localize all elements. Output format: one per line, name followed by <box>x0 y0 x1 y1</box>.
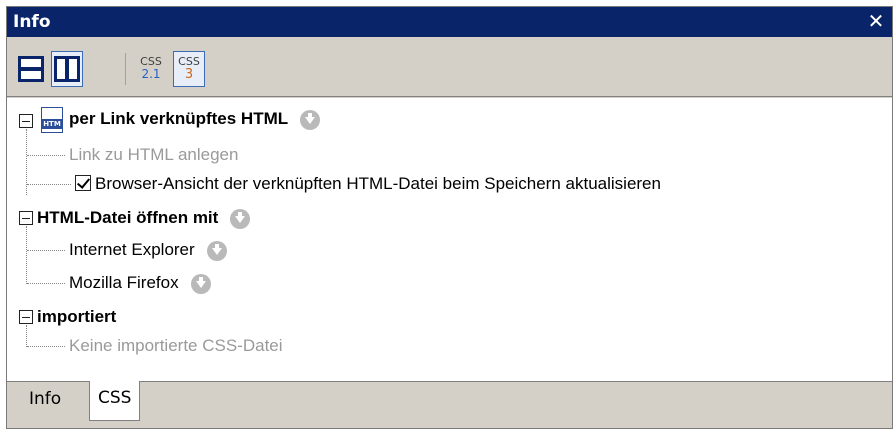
tree-connector <box>27 250 65 251</box>
tree-connector <box>27 184 71 185</box>
mozilla-firefox-item[interactable]: Mozilla Firefox <box>69 270 211 296</box>
tree-connector <box>26 325 27 347</box>
info-panel: Info ✕ CSS 2.1 CSS 3 HTM per Link verknü… <box>6 6 893 429</box>
css3-button[interactable]: CSS 3 <box>173 51 205 87</box>
refresh-browser-checkbox[interactable] <box>75 175 91 192</box>
tree-connector <box>26 129 27 195</box>
vertical-layout-icon <box>54 56 80 82</box>
title-bar: Info ✕ <box>7 7 892 37</box>
tab-css[interactable]: CSS <box>89 381 141 421</box>
tree-connector <box>27 155 65 156</box>
refresh-browser-view-item[interactable]: Browser-Ansicht der verknüpften HTML-Dat… <box>75 171 661 197</box>
info-tree: HTM per Link verknüpftes HTML Link zu HT… <box>7 98 892 381</box>
browser-label: Internet Explorer <box>69 240 195 259</box>
internet-explorer-item[interactable]: Internet Explorer <box>69 237 227 263</box>
tree-node-imported: importiert <box>37 307 117 326</box>
tree-node-linked-html: HTM per Link verknüpftes HTML <box>41 106 321 133</box>
dropdown-arrow-icon[interactable] <box>206 240 227 261</box>
tree-node-open-html-with: HTML-Datei öffnen mit <box>37 205 251 231</box>
link-to-html-item[interactable]: Link zu HTML anlegen <box>69 142 238 168</box>
css21-button[interactable]: CSS 2.1 <box>135 51 167 87</box>
tab-bar: Info CSS <box>7 381 892 428</box>
checkbox-label: Browser-Ansicht der verknüpften HTML-Dat… <box>95 174 661 193</box>
dropdown-arrow-icon[interactable] <box>190 273 211 294</box>
tree-connector <box>26 226 27 284</box>
browser-label: Mozilla Firefox <box>69 273 179 292</box>
collapse-icon[interactable] <box>19 211 33 225</box>
tree-connector <box>27 283 65 284</box>
no-imported-css-item: Keine importierte CSS-Datei <box>69 336 283 355</box>
vertical-layout-button[interactable] <box>51 51 83 87</box>
panel-title: Info <box>13 12 51 32</box>
tree-connector <box>27 346 65 347</box>
html-file-icon: HTM <box>41 106 63 133</box>
dropdown-arrow-icon[interactable] <box>300 109 321 130</box>
css21-icon: CSS 2.1 <box>140 55 162 81</box>
close-icon[interactable]: ✕ <box>864 10 888 34</box>
horizontal-layout-button[interactable] <box>15 51 47 87</box>
section-title: HTML-Datei öffnen mit <box>37 208 219 227</box>
css3-icon: CSS 3 <box>178 55 200 82</box>
tab-info[interactable]: Info <box>21 382 69 420</box>
toolbar: CSS 2.1 CSS 3 <box>7 37 892 97</box>
horizontal-layout-icon <box>18 56 44 82</box>
collapse-icon[interactable] <box>19 310 33 324</box>
toolbar-separator <box>125 53 126 85</box>
section-title: per Link verknüpftes HTML <box>69 109 289 128</box>
collapse-icon[interactable] <box>19 114 33 128</box>
dropdown-arrow-icon[interactable] <box>230 208 251 229</box>
